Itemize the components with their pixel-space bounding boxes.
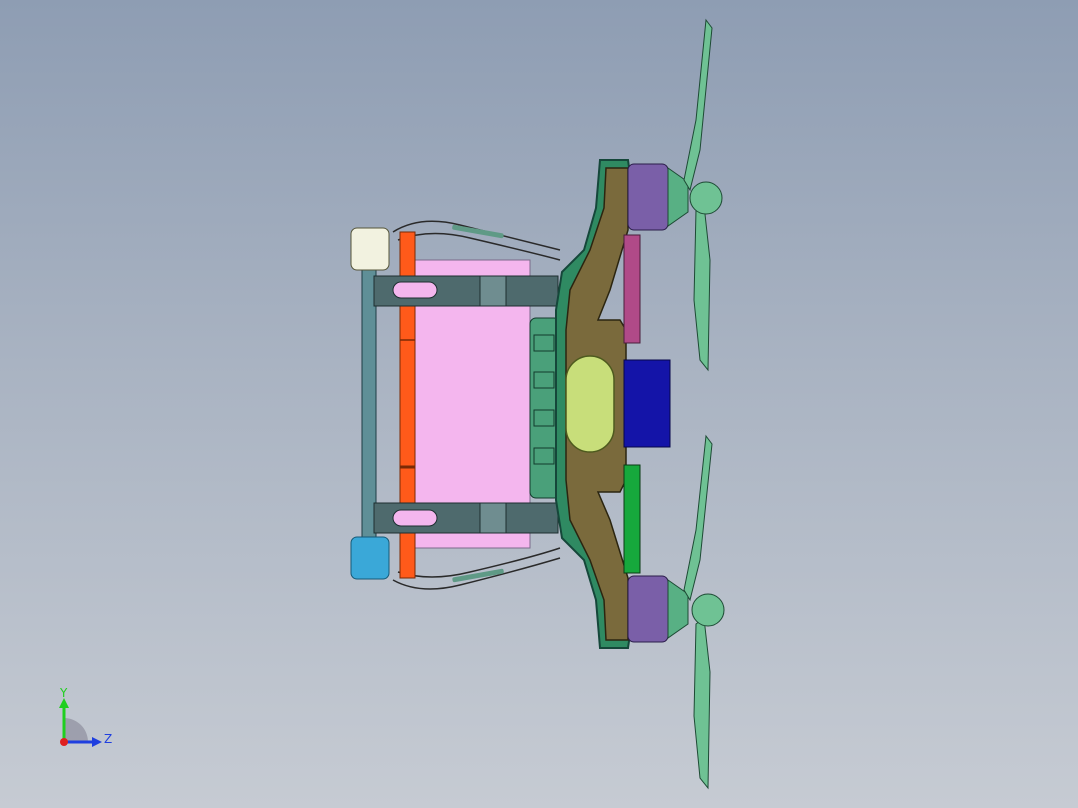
payload-box[interactable]	[623, 359, 671, 448]
y-axis-label: Y	[60, 686, 68, 700]
side-block-pink[interactable]	[623, 234, 641, 344]
canopy[interactable]	[565, 355, 615, 453]
side-block-green[interactable]	[623, 464, 641, 574]
motor-upper[interactable]	[627, 163, 689, 231]
drone-assembly-model[interactable]	[0, 0, 1078, 808]
cable-lower	[392, 547, 561, 590]
cable-upper	[392, 220, 561, 261]
orientation-triad[interactable]: Y Z	[48, 684, 128, 764]
bracket-lower[interactable]	[373, 502, 559, 534]
z-axis-label: Z	[104, 732, 113, 746]
rod-cap-bottom[interactable]	[350, 536, 390, 580]
propeller-lower[interactable]	[683, 434, 725, 790]
rod-cap-top[interactable]	[350, 227, 390, 271]
propeller-upper[interactable]	[683, 18, 723, 372]
motor-lower[interactable]	[627, 575, 689, 643]
cad-viewport[interactable]: Y Z	[0, 0, 1078, 808]
bracket-upper[interactable]	[373, 275, 559, 307]
